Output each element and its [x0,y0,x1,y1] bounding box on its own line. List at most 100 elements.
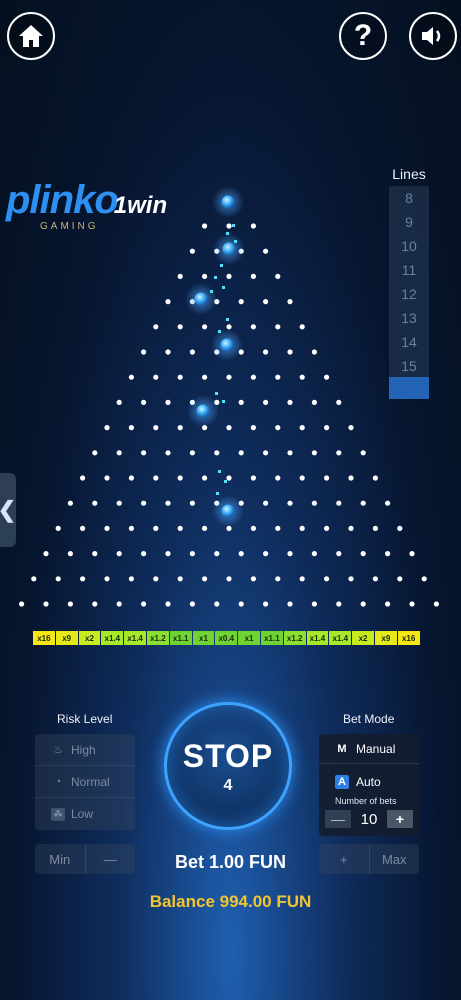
multiplier-slot: x1.1 [260,631,283,645]
peg [360,450,366,456]
peg [116,399,122,405]
peg [360,500,366,506]
peg [153,374,159,380]
peg [214,601,220,607]
peg [189,500,195,506]
decrease-bets-button[interactable]: — [325,810,351,828]
peg [177,425,183,431]
peg [299,576,305,582]
peg [275,576,281,582]
peg [55,576,61,582]
ball-sparkle [226,318,229,321]
peg [128,475,134,481]
peg [55,525,61,531]
peg [287,349,293,355]
peg [311,551,317,557]
stop-button[interactable]: STOP 4 [164,702,292,830]
mode-option-manual[interactable]: M Manual [319,734,419,764]
peg [165,450,171,456]
peg [128,374,134,380]
peg [409,601,415,607]
ball-sparkle [232,224,235,227]
speaker-icon [422,27,441,45]
peg [153,576,159,582]
peg [226,223,232,229]
peg [275,425,281,431]
risk-option-low[interactable]: ☘ Low [35,798,135,830]
max-bet-button[interactable]: Max [368,844,420,874]
multiplier-slot: x1.1 [169,631,192,645]
help-icon: ? [353,19,373,52]
peg [263,248,269,254]
peg [275,374,281,380]
peg [43,601,49,607]
ball-sparkle [222,286,225,289]
ball [221,504,235,518]
peg [287,299,293,305]
peg [348,425,354,431]
peg [202,324,208,330]
help-button[interactable]: ? [339,12,387,60]
peg [165,500,171,506]
multiplier-slot: x1.2 [146,631,169,645]
peg [189,450,195,456]
peg [104,525,110,531]
ball [222,242,236,256]
peg [250,475,256,481]
bet-mode-title: Bet Mode [343,712,395,726]
peg [67,601,73,607]
peg [238,399,244,405]
peg [116,551,122,557]
peg [67,500,73,506]
gauge-icon: ◔ [54,775,62,788]
home-button[interactable] [7,12,55,60]
peg [324,425,330,431]
peg [92,551,98,557]
peg [311,399,317,405]
peg [214,450,220,456]
peg [141,551,147,557]
bet-mode-panel: M Manual A Auto Number of bets — 10 + [319,734,419,836]
peg [311,601,317,607]
peg [263,399,269,405]
sound-button[interactable] [409,12,457,60]
risk-level-title: Risk Level [57,712,113,726]
ball-sparkle [224,480,227,483]
peg [177,374,183,380]
risk-option-label: Normal [71,774,110,789]
peg [250,273,256,279]
increase-bets-button[interactable]: + [387,810,413,828]
peg [372,475,378,481]
peg [226,273,232,279]
increase-bet-button[interactable]: + [319,844,369,874]
multiplier-slot: x16 [33,631,55,645]
peg [214,551,220,557]
ball-sparkle [216,492,219,495]
peg [80,576,86,582]
peg [153,525,159,531]
peg [189,248,195,254]
number-of-bets-value: 10 [360,810,378,828]
peg [104,576,110,582]
peg [250,576,256,582]
peg [385,500,391,506]
peg [177,475,183,481]
peg [153,425,159,431]
peg [67,551,73,557]
peg [348,525,354,531]
peg [80,475,86,481]
peg [141,500,147,506]
peg [311,500,317,506]
peg [299,425,305,431]
peg [324,374,330,380]
mode-option-auto[interactable]: A Auto [319,770,419,794]
peg [311,450,317,456]
multiplier-slot: x1.4 [306,631,329,645]
peg [433,601,439,607]
risk-option-normal[interactable]: ◔ Normal [35,766,135,798]
peg [250,324,256,330]
multiplier-slot: x2 [78,631,101,645]
risk-option-high[interactable]: ♨ High [35,734,135,766]
peg [324,475,330,481]
peg [360,601,366,607]
